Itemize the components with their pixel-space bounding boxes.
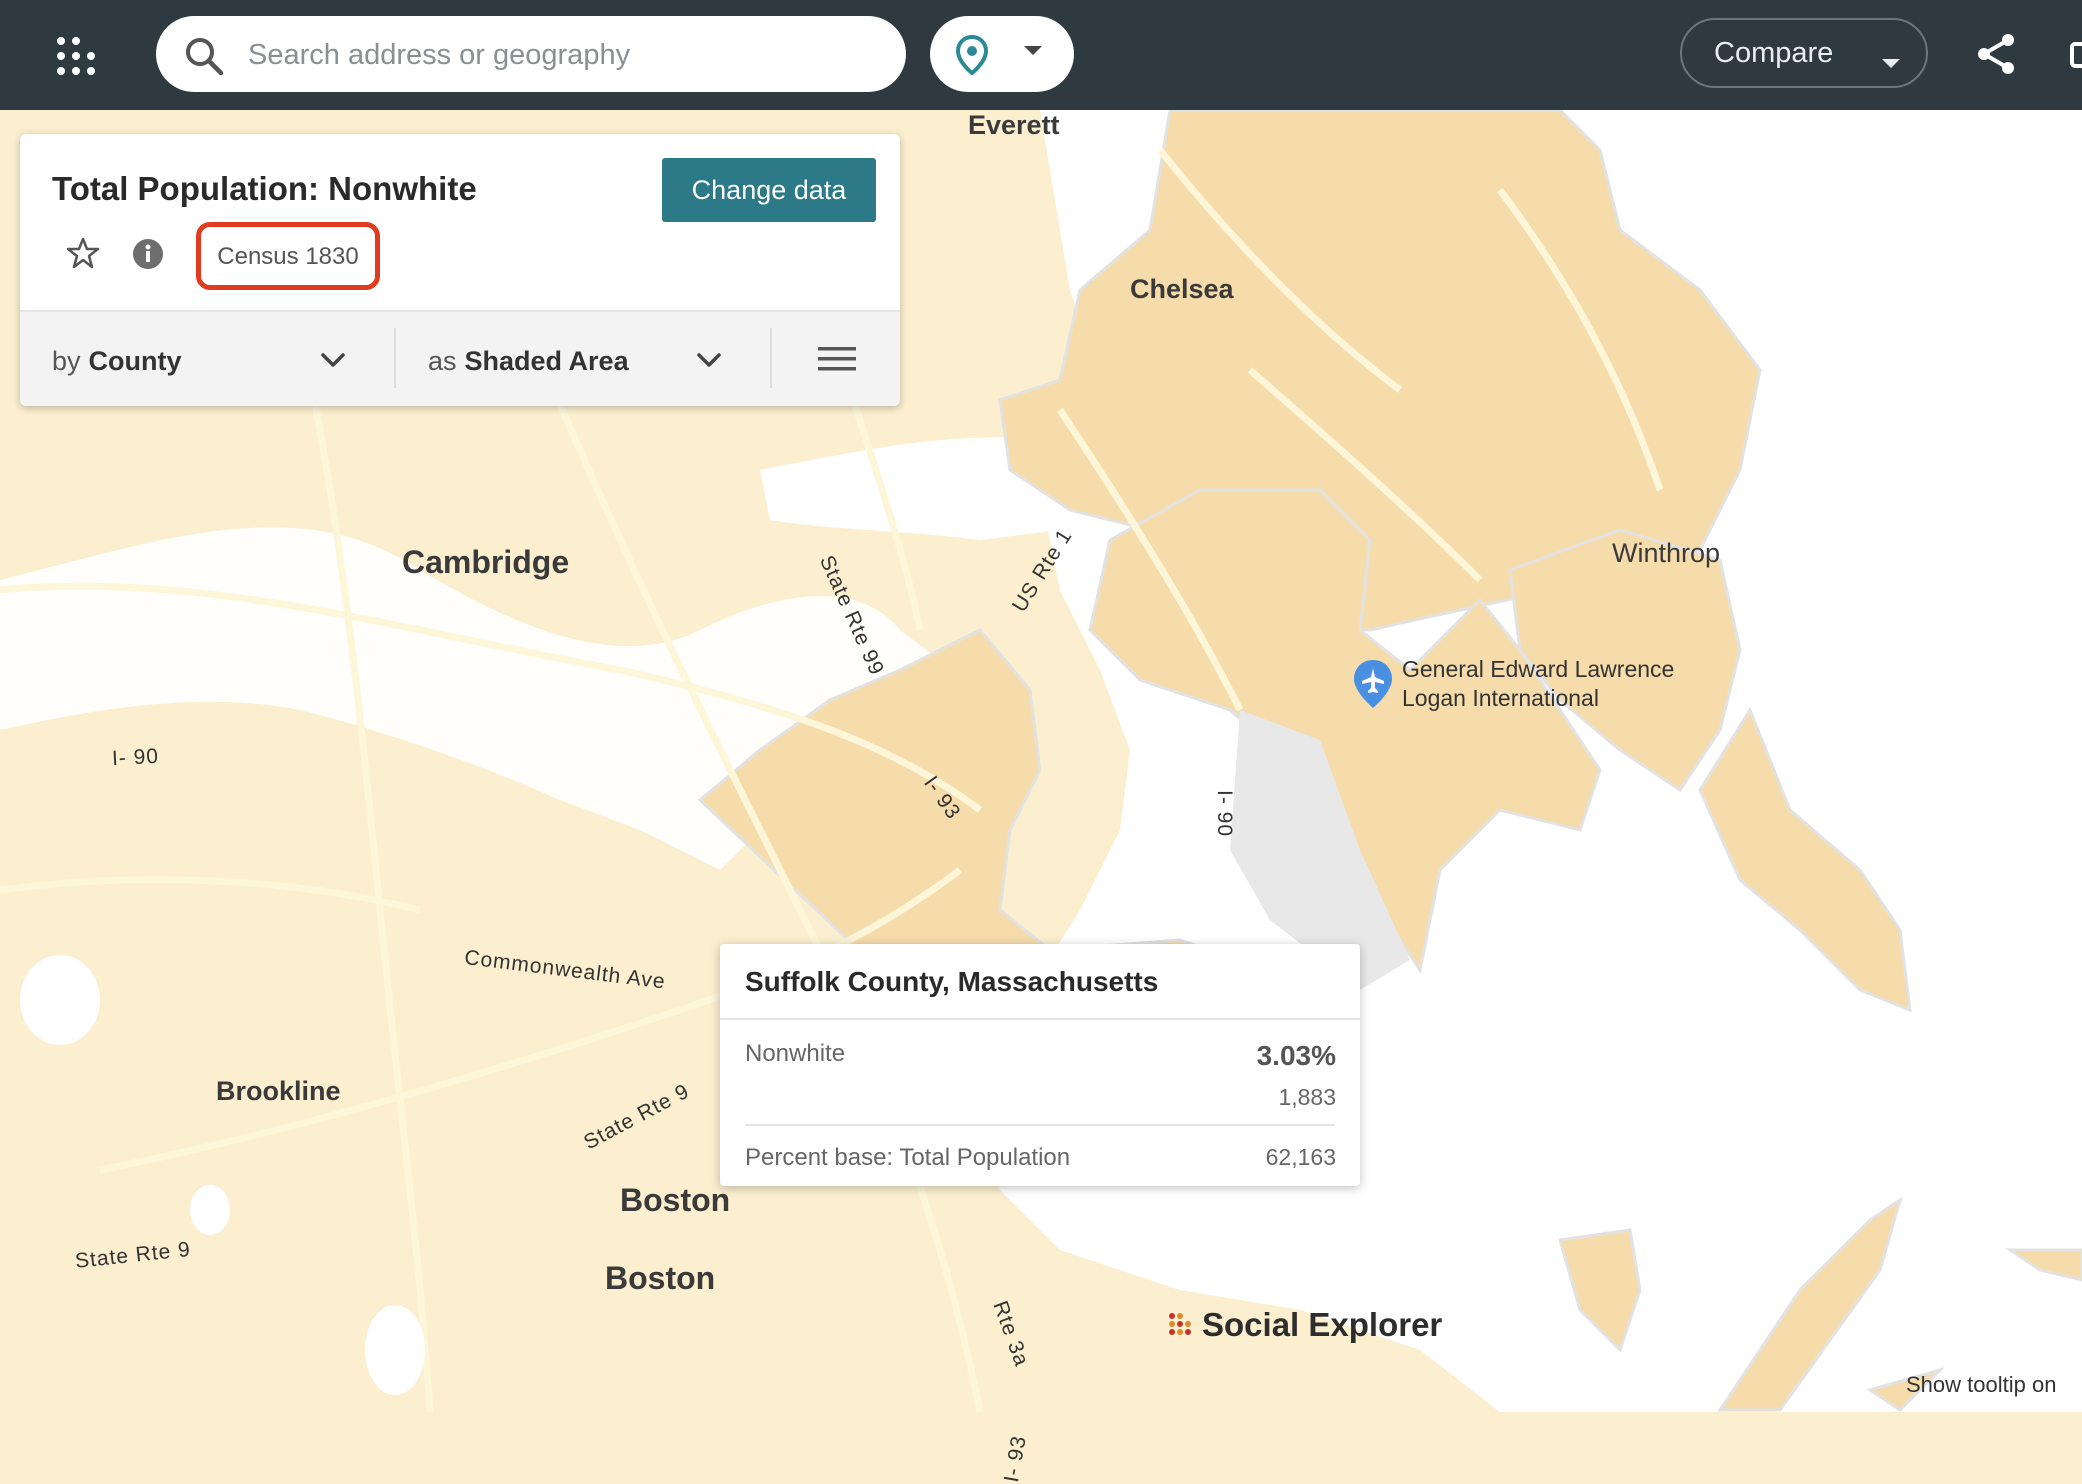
- export-icon[interactable]: [2070, 40, 2082, 70]
- lake-2: [365, 1305, 425, 1395]
- label-brookline: Brookline: [216, 1076, 341, 1106]
- change-data-button[interactable]: Change data: [662, 158, 876, 222]
- lake-1: [20, 955, 100, 1045]
- label-i90-west: I- 90: [111, 744, 160, 771]
- compare-label: Compare: [1714, 37, 1834, 69]
- geography-selector[interactable]: by County: [52, 346, 182, 377]
- chevron-down-icon: [1880, 46, 1902, 79]
- divider: [770, 328, 772, 388]
- tooltip-title: Suffolk County, Massachusetts: [745, 966, 1159, 997]
- apps-grid-icon[interactable]: [56, 36, 96, 76]
- label-airport-line1: General Edward Lawrence: [1402, 656, 1675, 682]
- geography-prefix: by: [52, 346, 81, 376]
- label-chelsea: Chelsea: [1130, 274, 1234, 304]
- show-tooltip-toggle[interactable]: Show tooltip on: [1906, 1372, 2056, 1398]
- info-icon[interactable]: [132, 238, 164, 275]
- lake-3: [190, 1185, 230, 1235]
- chevron-down-icon[interactable]: [696, 352, 722, 373]
- visualization-value: Shaded Area: [464, 346, 629, 376]
- visualization-selector[interactable]: as Shaded Area: [428, 346, 629, 377]
- tooltip-base-value: 62,163: [1265, 1144, 1336, 1170]
- panel-options-row: by County as Shaded Area: [20, 312, 900, 406]
- hamburger-menu-icon[interactable]: [818, 346, 856, 377]
- map-tooltip: Suffolk County, Massachusetts Nonwhite 3…: [720, 944, 1360, 1186]
- tooltip-base-label: Percent base: Total Population: [745, 1144, 1071, 1171]
- chevron-down-icon: [1022, 44, 1044, 63]
- divider: [720, 1018, 1360, 1020]
- brand-name: Social Explorer: [1202, 1306, 1443, 1343]
- panel-title: Total Population: Nonwhite: [52, 170, 477, 207]
- chevron-down-icon[interactable]: [320, 352, 346, 373]
- search-icon: [184, 36, 224, 76]
- divider: [745, 1124, 1335, 1126]
- tooltip-count: 1,883: [1278, 1084, 1336, 1110]
- label-i93-south: I- 93: [1000, 1433, 1031, 1484]
- search-box[interactable]: [156, 16, 906, 92]
- location-button[interactable]: [930, 16, 1074, 92]
- tooltip-percent: 3.03%: [1256, 1040, 1336, 1071]
- label-everett: Everett: [968, 110, 1060, 140]
- survey-label: Census 1830: [217, 243, 359, 270]
- label-i90-east: I- 90: [1213, 790, 1236, 838]
- top-bar: Compare: [0, 0, 2082, 110]
- geography-value: County: [88, 346, 182, 376]
- label-boston-2: Boston: [605, 1260, 716, 1296]
- location-pin-icon: [954, 34, 990, 81]
- label-winthrop: Winthrop: [1612, 538, 1721, 568]
- divider: [394, 328, 396, 388]
- share-icon[interactable]: [1976, 32, 2016, 81]
- search-input[interactable]: [246, 30, 870, 80]
- data-panel: Total Population: Nonwhite Change data C…: [20, 134, 900, 406]
- label-airport-line2: Logan International: [1402, 685, 1599, 711]
- airport-icon: [1352, 658, 1394, 715]
- compare-button[interactable]: Compare: [1680, 18, 1928, 88]
- label-cambridge: Cambridge: [402, 544, 570, 580]
- label-boston-1: Boston: [620, 1182, 731, 1218]
- social-explorer-logo-icon: [1168, 1312, 1198, 1347]
- survey-badge[interactable]: Census 1830: [196, 222, 380, 290]
- visualization-prefix: as: [428, 346, 457, 376]
- tooltip-variable: Nonwhite: [745, 1040, 846, 1067]
- star-icon[interactable]: [66, 236, 100, 275]
